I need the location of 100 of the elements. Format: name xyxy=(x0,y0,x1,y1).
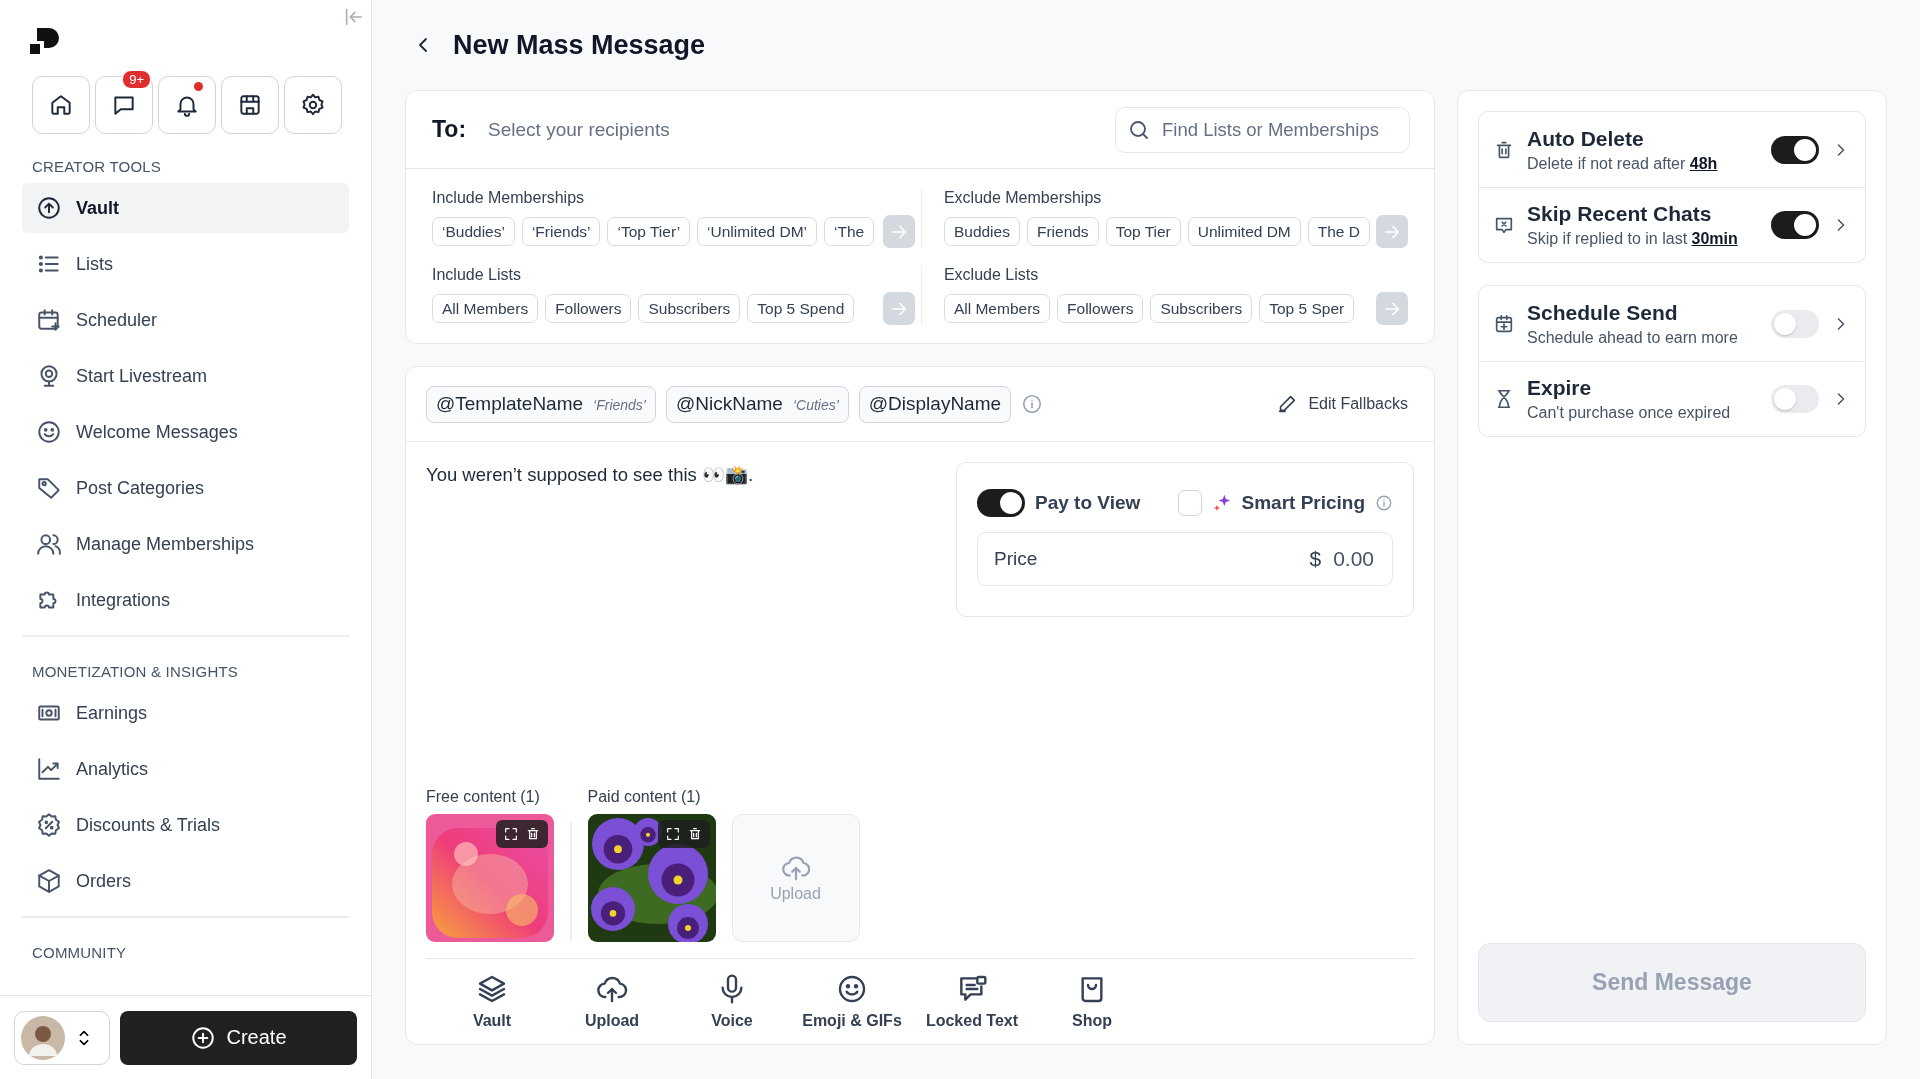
chip[interactable]: ‘The xyxy=(824,217,875,246)
sidebar-item[interactable]: Vault xyxy=(22,183,349,233)
sidebar-item[interactable]: Manage Memberships xyxy=(22,519,349,569)
percent-badge-icon xyxy=(36,812,62,838)
sidebar-item[interactable]: Start Livestream xyxy=(22,351,349,401)
toolbar-icon-button[interactable] xyxy=(32,76,90,134)
option-title: Auto Delete xyxy=(1527,126,1645,151)
toggle-switch[interactable] xyxy=(1771,211,1819,239)
section-heading: CREATOR TOOLS xyxy=(32,158,163,175)
chip[interactable]: Followers xyxy=(545,294,632,323)
info-icon xyxy=(1375,493,1393,513)
chip[interactable]: Unlimited DM xyxy=(1187,217,1301,246)
collapse-icon xyxy=(343,6,365,28)
account-switcher[interactable] xyxy=(14,1010,110,1065)
group-heading: Exclude Memberships xyxy=(943,189,1103,207)
checkbox[interactable] xyxy=(1178,490,1202,516)
sidebar-item[interactable]: Discounts & Trials xyxy=(22,800,349,850)
box-icon xyxy=(36,868,62,894)
option-title: Expire xyxy=(1527,376,1593,400)
chart-icon xyxy=(36,756,62,782)
sidebar-item[interactable]: Post Categories xyxy=(22,463,349,513)
option-value-link[interactable]: 48h xyxy=(1689,154,1718,172)
calendar-plus-icon xyxy=(1493,312,1515,335)
chip[interactable]: ‘Unlimited DM’ xyxy=(697,217,817,246)
chip[interactable]: Top 5 Spend xyxy=(747,294,855,323)
content-label: Paid content (1) xyxy=(587,787,702,806)
toolbar-button[interactable]: Upload xyxy=(552,973,672,1030)
variable-chip[interactable]: @NickName ‘Cuties’ xyxy=(666,385,849,423)
create-button[interactable]: Create xyxy=(120,1010,357,1065)
toggle-switch[interactable] xyxy=(1771,309,1819,338)
expand-icon xyxy=(503,825,519,842)
to-label: To: xyxy=(432,116,467,143)
users-icon xyxy=(36,531,62,557)
toolbar-button[interactable]: Voice xyxy=(672,973,792,1030)
settings-icon xyxy=(300,92,326,118)
option-description: Delete if not read after 48h xyxy=(1527,154,1719,173)
home-icon xyxy=(48,92,74,118)
group-heading: Include Memberships xyxy=(432,189,586,207)
group-heading: Include Lists xyxy=(432,266,522,284)
smiley-icon xyxy=(836,973,868,1005)
toolbar-button[interactable]: Locked Text xyxy=(912,973,1032,1030)
sidebar-item[interactable]: Scheduler xyxy=(22,295,349,345)
sidebar-item[interactable]: Earnings xyxy=(22,688,349,738)
chip[interactable]: Followers xyxy=(1057,294,1144,323)
plus-circle-icon xyxy=(190,1024,217,1051)
toggle-switch[interactable] xyxy=(1771,135,1819,164)
sidebar-item[interactable]: Welcome Messages xyxy=(22,407,349,457)
toolbar-button[interactable]: Shop xyxy=(1032,973,1152,1030)
chip[interactable]: Top 5 Sper xyxy=(1259,294,1355,323)
price-field[interactable]: Price $ 0.00 xyxy=(977,532,1393,586)
chip[interactable]: ‘Buddies’ xyxy=(432,217,515,246)
chip[interactable]: All Members xyxy=(432,294,539,323)
chip[interactable]: The D xyxy=(1307,217,1370,246)
toolbar-button[interactable]: Vault xyxy=(432,973,552,1030)
section-heading: MONETIZATION & INSIGHTS xyxy=(32,663,239,680)
store-icon xyxy=(237,92,263,118)
avatar xyxy=(21,1015,65,1060)
chip[interactable]: All Members xyxy=(943,294,1051,323)
message-text[interactable]: You weren’t supposed to see this 👀📸. xyxy=(426,462,936,617)
search-field[interactable]: Find Lists or Memberships xyxy=(1115,106,1410,153)
option-description: Can't purchase once expired xyxy=(1527,404,1732,422)
expand-icon xyxy=(664,825,681,842)
variable-chip[interactable]: @TemplateName ‘Friends’ xyxy=(426,385,656,423)
toggle-switch[interactable] xyxy=(977,489,1025,517)
toolbar-icon-button[interactable] xyxy=(221,76,279,134)
checkbox-label: Smart Pricing xyxy=(1241,492,1366,514)
chip[interactable]: Friends xyxy=(1026,217,1099,246)
variable-chip[interactable]: @DisplayName xyxy=(858,385,1012,423)
logo-icon xyxy=(30,28,60,56)
chip[interactable]: Top Tier xyxy=(1105,217,1181,246)
option-title: Skip Recent Chats xyxy=(1527,202,1713,226)
toolbar-icon-button[interactable] xyxy=(284,76,342,134)
smiley-icon xyxy=(36,419,62,445)
chip[interactable]: ‘Friends’ xyxy=(521,217,601,246)
sidebar-item[interactable]: Orders xyxy=(22,856,349,906)
chip[interactable]: Buddies xyxy=(943,217,1020,246)
toolbar-icon-button[interactable] xyxy=(95,76,153,134)
page-title: New Mass Message xyxy=(453,29,706,61)
chip[interactable]: Subscribers xyxy=(638,294,741,323)
content-label: Free content (1) xyxy=(426,787,541,806)
chip[interactable]: ‘Top Tier’ xyxy=(607,217,691,246)
trash-icon xyxy=(525,825,541,842)
notification-badge: 9+ xyxy=(122,70,151,89)
sidebar-item[interactable]: Integrations xyxy=(22,575,349,625)
option-description: Schedule ahead to earn more xyxy=(1527,328,1739,347)
recipients-placeholder[interactable]: Select your recipients xyxy=(488,118,1115,141)
info-icon xyxy=(1021,393,1044,415)
option-description: Skip if replied to in last 30min xyxy=(1527,230,1739,248)
group-heading: Exclude Lists xyxy=(943,266,1040,284)
option-title: Schedule Send xyxy=(1527,300,1679,325)
toggle-switch[interactable] xyxy=(1771,385,1819,413)
chip[interactable]: Subscribers xyxy=(1150,294,1253,323)
edit-fallbacks-button[interactable]: Edit Fallbacks xyxy=(1270,392,1414,416)
section-heading: COMMUNITY xyxy=(32,944,128,961)
sidebar-item[interactable]: Lists xyxy=(22,239,349,289)
option-value-link[interactable]: 30min xyxy=(1691,230,1738,247)
upload-circle-icon xyxy=(36,195,62,221)
sidebar-item[interactable]: Analytics xyxy=(22,744,349,794)
toolbar-icon-button[interactable] xyxy=(158,76,216,134)
toolbar-button[interactable]: Emoji & GIFs xyxy=(792,973,912,1030)
